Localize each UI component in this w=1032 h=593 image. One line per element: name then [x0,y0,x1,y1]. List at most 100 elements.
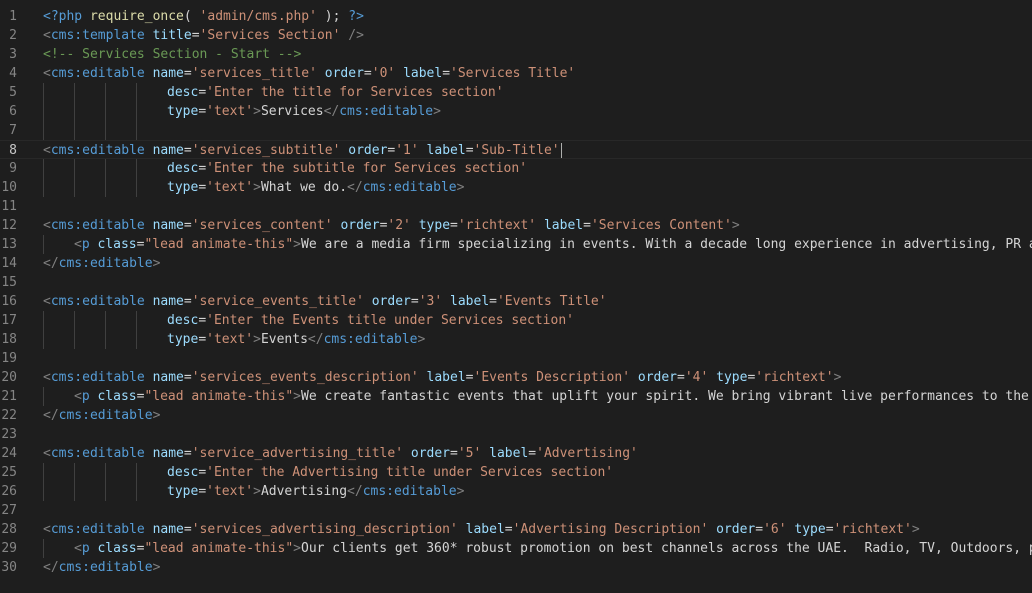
line-number: 18 [1,332,17,347]
code-text: <cms:editable name='service_advertising_… [43,444,638,463]
code-token: cms:editable [58,560,153,575]
code-line[interactable]: 7 [0,121,1032,140]
code-token: 'richtext' [833,522,912,537]
code-line[interactable]: 24 <cms:editable name='service_advertisin… [0,444,1032,463]
code-line[interactable]: 19 [0,349,1032,368]
code-token: < [43,522,51,537]
code-line[interactable]: 3 <!-- Services Section - Start --> [0,45,1032,64]
code-text: <?php require_once( 'admin/cms.php' ); ?… [43,7,364,26]
code-token: '0' [371,66,396,81]
code-token: '1' [395,143,419,158]
code-line[interactable]: 27 [0,501,1032,520]
code-line[interactable]: 10 type='text'>What we do.</cms:editable> [0,178,1032,197]
line-number: 25 [1,465,17,480]
code-token: label [426,143,466,158]
code-token: > [152,408,161,423]
code-line[interactable]: 25 desc='Enter the Advertising title unde… [0,463,1032,482]
code-token: 'Enter the Advertising title under Servi… [206,465,614,480]
indent-guide [136,482,137,501]
code-token: 'services_events_description' [191,370,419,385]
code-token: = [450,446,458,461]
code-editor[interactable]: 1 <?php require_once( 'admin/cms.php' ); … [0,0,1032,593]
code-line[interactable]: 6 type='text'>Services</cms:editable> [0,102,1032,121]
indent-guide [43,235,44,254]
code-line[interactable]: 5 desc='Enter the title for Services sect… [0,83,1032,102]
code-token: label [543,218,584,233]
code-token: cms:editable [50,66,145,81]
code-text: type='text'>Services</cms:editable> [167,102,441,121]
code-line[interactable]: 30 </cms:editable> [0,558,1032,577]
code-token: We are a media firm specializing in even… [301,237,1032,252]
line-number: 15 [1,275,17,290]
code-line[interactable]: 18 type='text'>Events</cms:editable> [0,330,1032,349]
indent-guide [136,463,137,482]
code-line[interactable]: 21 <p class="lead animate-this">We create… [0,387,1032,406]
line-number: 14 [1,256,17,271]
indent-guide [74,83,75,102]
code-line[interactable]: 26 type='text'>Advertising</cms:editable> [0,482,1032,501]
line-number: 19 [1,351,17,366]
code-token: = [183,294,192,309]
code-line[interactable]: 8 <cms:editable name='services_subtitle' … [0,140,1032,159]
code-token: Services [260,104,324,119]
code-token: type [167,332,199,347]
code-line[interactable]: 4 <cms:editable name='services_title' ord… [0,64,1032,83]
code-line[interactable]: 28 <cms:editable name='services_advertisi… [0,520,1032,539]
code-text: </cms:editable> [43,406,160,425]
code-token: 'text' [206,484,254,499]
indent-guide [74,311,75,330]
code-line[interactable]: 12 <cms:editable name='services_content' … [0,216,1032,235]
code-token: 'services_content' [191,218,333,233]
code-token: = [198,465,207,480]
code-token: ?> [348,9,364,24]
line-number: 23 [1,427,17,442]
code-text: <p class="lead animate-this">Our clients… [74,539,1032,558]
code-text: desc='Enter the subtitle for Services se… [167,159,527,178]
indent-guide [105,482,106,501]
code-line[interactable]: 16 <cms:editable name='service_events_tit… [0,292,1032,311]
code-token: = [183,522,192,537]
line-number: 17 [1,313,17,328]
code-line[interactable]: 14 </cms:editable> [0,254,1032,273]
code-token: > [417,332,426,347]
indent-guide [43,121,44,140]
code-token: label [426,370,466,385]
code-token: cms:editable [362,180,457,195]
code-token: = [198,313,207,328]
code-token: > [433,104,441,119]
code-line[interactable]: 9 desc='Enter the subtitle for Services s… [0,159,1032,178]
code-line[interactable]: 23 [0,425,1032,444]
code-line[interactable]: 20 <cms:editable name='services_events_de… [0,368,1032,387]
indent-guide [43,330,44,349]
code-line[interactable]: 22 </cms:editable> [0,406,1032,425]
code-line[interactable]: 1 <?php require_once( 'admin/cms.php' ); … [0,7,1032,26]
code-token: = [755,522,764,537]
code-token: 'text' [206,104,254,119]
code-token: 'richtext' [457,218,537,233]
code-token: > [293,389,301,404]
indent-guide [136,330,137,349]
code-token: = [504,522,513,537]
code-token: desc [167,161,199,176]
code-token: < [43,28,51,43]
code-line[interactable]: 17 desc='Enter the Events title under Ser… [0,311,1032,330]
code-line[interactable]: 29 <p class="lead animate-this">Our clien… [0,539,1032,558]
code-token: > [911,522,920,537]
indent-guide [43,539,44,558]
code-token: order [410,446,451,461]
indent-guide [136,159,137,178]
code-line[interactable]: 13 <p class="lead animate-this">We are a … [0,235,1032,254]
code-line[interactable]: 2 <cms:template title='Services Section' … [0,26,1032,45]
text-cursor [561,143,562,158]
code-token: order [716,522,756,537]
code-line[interactable]: 11 [0,197,1032,216]
code-token: = [677,370,685,385]
code-line[interactable]: 15 [0,273,1032,292]
